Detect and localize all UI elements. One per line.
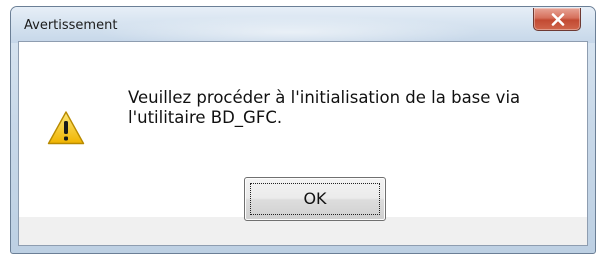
warning-icon	[47, 111, 85, 145]
dialog-body: Veuillez procéder à l'initialisation de …	[18, 41, 588, 246]
close-button[interactable]	[533, 8, 581, 31]
warning-dialog: Avertissement Veuillez procéder à l'init…	[10, 6, 596, 254]
close-icon	[551, 13, 565, 26]
title-bar[interactable]: Avertissement	[11, 7, 595, 43]
message-line: l'utilitaire BD_GFC.	[128, 108, 283, 127]
dialog-title: Avertissement	[24, 18, 118, 33]
ok-button[interactable]: OK	[244, 177, 386, 221]
message-text: Veuillez procéder à l'initialisation de …	[128, 88, 568, 128]
message-line: Veuillez procéder à l'initialisation de …	[128, 88, 521, 107]
ok-button-label: OK	[303, 189, 327, 208]
button-area	[19, 217, 587, 245]
